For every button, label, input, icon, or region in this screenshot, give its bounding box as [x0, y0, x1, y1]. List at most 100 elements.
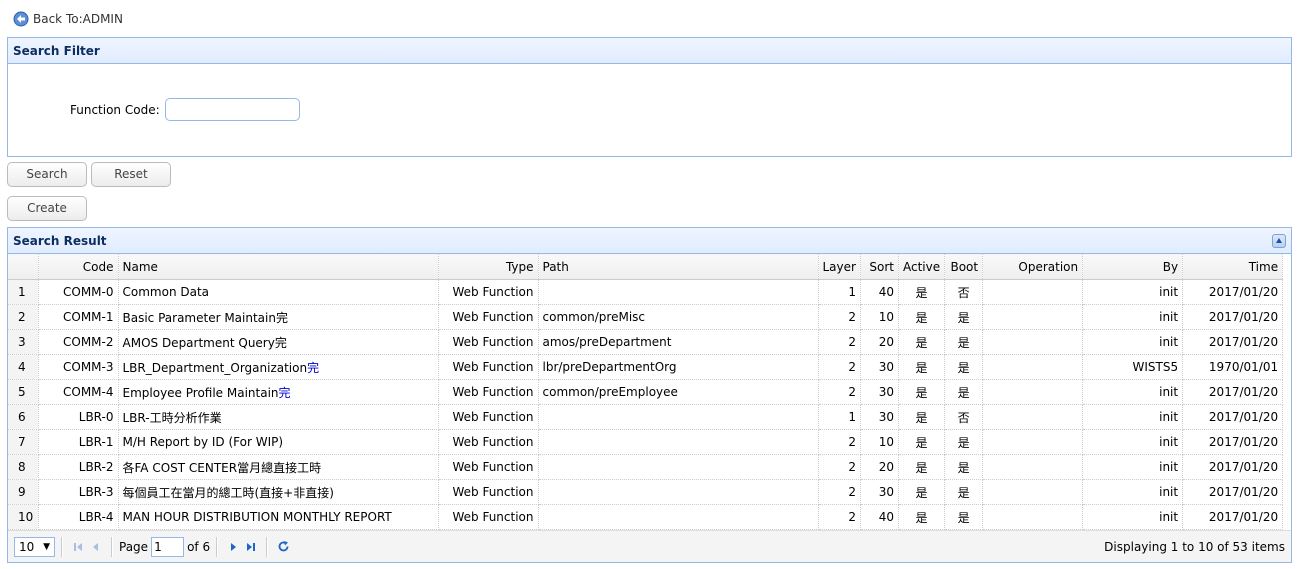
collapse-icon[interactable]	[1272, 234, 1286, 248]
table-row[interactable]: 6 LBR-0 LBR-工時分析作業 Web Function 1 30 是否 init 201…	[8, 404, 1284, 430]
cell-path	[538, 429, 819, 455]
col-header-boot[interactable]: Boot	[944, 254, 984, 280]
cell-sort: 10	[860, 304, 899, 330]
pager-separator	[61, 536, 63, 557]
cell-sort: 40	[860, 504, 899, 530]
cell-time: 2017/01/20	[1182, 279, 1284, 305]
col-header-sort[interactable]: Sort	[860, 254, 899, 280]
cell-layer: 2	[818, 504, 861, 530]
create-button[interactable]: Create	[7, 196, 87, 221]
cell-active: 是	[898, 504, 946, 530]
cell-type: Web Function	[438, 404, 539, 430]
cell-op	[982, 354, 1084, 380]
cell-n: 3	[8, 329, 39, 355]
cell-time: 2017/01/20	[1182, 404, 1284, 430]
cell-boot: 是	[944, 504, 984, 530]
pager-separator	[216, 536, 219, 557]
table-row[interactable]: 3 COMM-2 AMOS Department Query完 Web Functio…	[8, 329, 1284, 355]
table-row[interactable]: 9 LBR-3 每個員工在當月的總工時(直接+非直接) Web Function 2 30…	[8, 479, 1284, 505]
cell-n: 7	[8, 429, 39, 455]
cell-code: COMM-0	[38, 279, 119, 305]
col-header-name[interactable]: Name	[118, 254, 439, 280]
table-row[interactable]: 8 LBR-2 各FA COST CENTER當月總直接工時 Web Function…	[8, 454, 1284, 480]
cell-layer: 2	[818, 429, 861, 455]
col-header-active[interactable]: Active	[898, 254, 946, 280]
cell-by: init	[1082, 304, 1184, 330]
pager-separator	[111, 536, 113, 557]
col-header-by[interactable]: By	[1082, 254, 1184, 280]
col-header-operation[interactable]: Operation	[982, 254, 1084, 280]
cell-boot: 否	[944, 404, 984, 430]
table-row[interactable]: 2 COMM-1 Basic Parameter Maintain完 Web Func…	[8, 304, 1284, 330]
back-link-label: Back To:ADMIN	[33, 12, 123, 26]
cell-boot: 是	[944, 429, 984, 455]
function-code-row: Function Code:	[70, 98, 300, 121]
cell-name: LBR_Department_Organization完	[118, 354, 439, 380]
cell-active: 是	[898, 329, 946, 355]
prev-page-icon[interactable]	[87, 538, 105, 556]
cell-path	[538, 504, 819, 530]
cell-n: 10	[8, 504, 39, 530]
cell-layer: 2	[818, 454, 861, 480]
cell-n: 5	[8, 379, 39, 405]
cell-type: Web Function	[438, 279, 539, 305]
pagination-bar: 10 ▼ Page of 6 Displaying 1 to 10 of 53 …	[8, 530, 1291, 562]
cell-op	[982, 479, 1084, 505]
search-button[interactable]: Search	[7, 162, 87, 187]
cell-by: init	[1082, 404, 1184, 430]
col-header-code[interactable]: Code	[38, 254, 119, 280]
cell-by: init	[1082, 454, 1184, 480]
table-row[interactable]: 10 LBR-4 MAN HOUR DISTRIBUTION MONTHLY REP…	[8, 504, 1284, 530]
col-header-path[interactable]: Path	[538, 254, 819, 280]
table-row[interactable]: 4 COMM-3 LBR_Department_Organization完 Web F…	[8, 354, 1284, 380]
next-page-icon[interactable]	[224, 538, 242, 556]
cell-name: M/H Report by ID (For WIP)	[118, 429, 439, 455]
table-row[interactable]: 1 COMM-0 Common Data Web Function 1 40 是否 init 2…	[8, 279, 1284, 305]
reset-button[interactable]: Reset	[91, 162, 171, 187]
col-header-layer[interactable]: Layer	[818, 254, 861, 280]
col-header-type[interactable]: Type	[438, 254, 539, 280]
cell-time: 1970/01/01	[1182, 354, 1284, 380]
cell-sort: 30	[860, 354, 899, 380]
cell-active: 是	[898, 304, 946, 330]
cell-code: COMM-3	[38, 354, 119, 380]
search-filter-title: Search Filter	[8, 38, 1291, 64]
cell-op	[982, 504, 1084, 530]
cell-time: 2017/01/20	[1182, 304, 1284, 330]
table-row[interactable]: 5 COMM-4 Employee Profile Maintain完 Web Fun…	[8, 379, 1284, 405]
back-arrow-icon	[13, 11, 29, 27]
last-page-icon[interactable]	[242, 538, 260, 556]
cell-op	[982, 329, 1084, 355]
cell-n: 9	[8, 479, 39, 505]
cell-op	[982, 279, 1084, 305]
cell-type: Web Function	[438, 504, 539, 530]
cell-op	[982, 404, 1084, 430]
cell-name: Basic Parameter Maintain完	[118, 304, 439, 330]
col-header-time[interactable]: Time	[1182, 254, 1284, 280]
cell-path: lbr/preDepartmentOrg	[538, 354, 819, 380]
cell-active: 是	[898, 379, 946, 405]
cell-code: COMM-1	[38, 304, 119, 330]
cell-by: init	[1082, 429, 1184, 455]
cell-boot: 是	[944, 379, 984, 405]
cell-type: Web Function	[438, 479, 539, 505]
cell-sort: 30	[860, 379, 899, 405]
function-code-label: Function Code:	[70, 102, 160, 117]
first-page-icon[interactable]	[69, 538, 87, 556]
pagination-info: Displaying 1 to 10 of 53 items	[1104, 539, 1285, 554]
cell-boot: 是	[944, 354, 984, 380]
cell-op	[982, 429, 1084, 455]
cell-code: COMM-4	[38, 379, 119, 405]
cell-n: 1	[8, 279, 39, 305]
cell-layer: 1	[818, 404, 861, 430]
refresh-icon[interactable]	[274, 538, 292, 556]
table-row[interactable]: 7 LBR-1 M/H Report by ID (For WIP) Web Func…	[8, 429, 1284, 455]
page-number-input[interactable]	[151, 536, 185, 557]
cell-n: 4	[8, 354, 39, 380]
back-link[interactable]: Back To:ADMIN	[13, 11, 123, 27]
function-code-input[interactable]	[164, 98, 300, 121]
page-of-label: of 6	[187, 539, 211, 554]
cell-by: init	[1082, 279, 1184, 305]
col-header-rownum	[8, 254, 39, 280]
page-size-select[interactable]: 10 ▼	[14, 536, 55, 557]
